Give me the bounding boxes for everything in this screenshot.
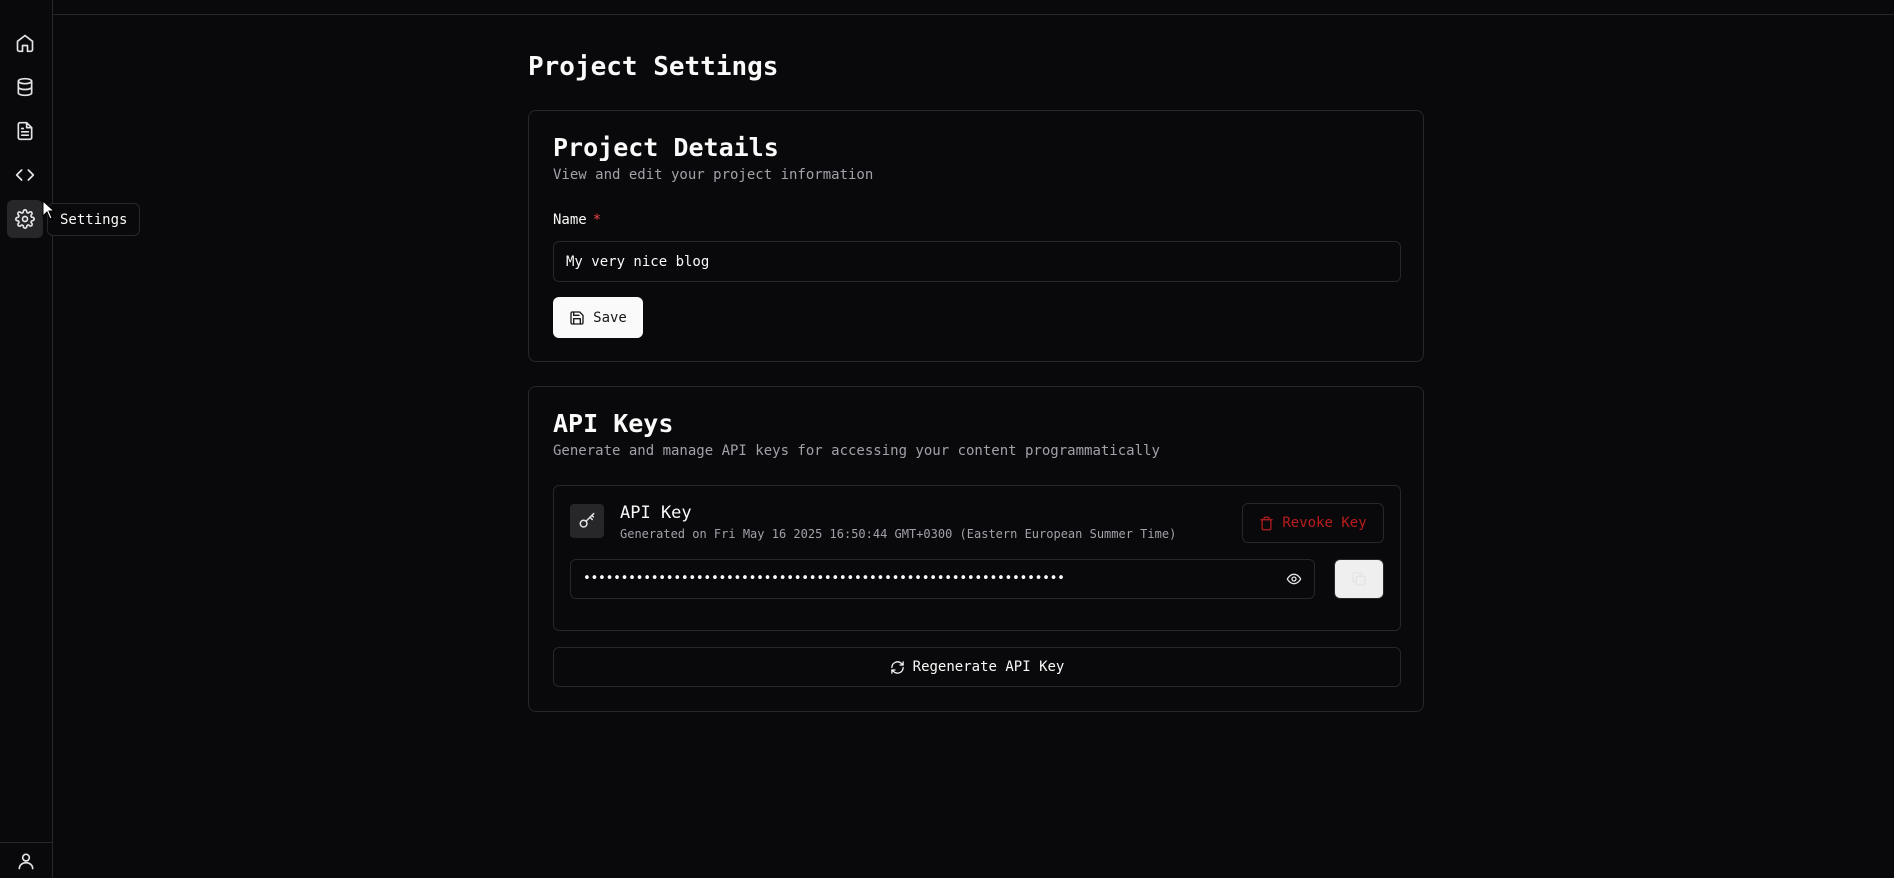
- home-icon: [16, 34, 34, 53]
- user-menu-button[interactable]: [0, 842, 52, 878]
- trash-icon: [1260, 516, 1274, 530]
- eye-icon: [1286, 573, 1302, 585]
- save-button[interactable]: Save: [553, 297, 643, 338]
- api-keys-title: API Keys: [553, 409, 674, 438]
- file-text-icon: [17, 121, 33, 141]
- code-icon: [15, 169, 35, 181]
- sidebar: [0, 0, 53, 878]
- user-icon: [18, 853, 34, 869]
- settings-tooltip: Settings: [47, 203, 141, 236]
- save-button-label: Save: [593, 309, 627, 326]
- sidebar-item-settings[interactable]: [7, 200, 43, 238]
- project-details-title: Project Details: [553, 133, 779, 162]
- api-key-title: API Key: [620, 503, 692, 523]
- regenerate-api-key-label: Regenerate API Key: [912, 659, 1065, 675]
- mouse-cursor-icon: [42, 200, 56, 220]
- revoke-key-button[interactable]: Revoke Key: [1242, 503, 1384, 543]
- gear-icon: [15, 209, 35, 229]
- name-label-text: Name: [553, 212, 587, 228]
- sidebar-item-code[interactable]: [7, 156, 43, 194]
- api-key-item: API Key Generated on Fri May 16 2025 16:…: [553, 485, 1401, 631]
- project-name-input[interactable]: [553, 241, 1401, 282]
- key-icon: [579, 512, 595, 528]
- copy-key-button[interactable]: [1334, 559, 1384, 599]
- toggle-visibility-button[interactable]: [1282, 568, 1306, 590]
- sidebar-item-documents[interactable]: [7, 112, 43, 150]
- page-title: Project Settings: [528, 52, 779, 82]
- api-key-field[interactable]: ••••••••••••••••••••••••••••••••••••••••…: [570, 559, 1315, 599]
- api-keys-card: API Keys Generate and manage API keys fo…: [528, 386, 1424, 712]
- project-details-card: Project Details View and edit your proje…: [528, 110, 1424, 362]
- api-keys-description: Generate and manage API keys for accessi…: [553, 443, 1160, 459]
- save-icon: [570, 310, 584, 325]
- key-icon-badge: [570, 504, 604, 538]
- database-icon: [17, 77, 33, 97]
- revoke-key-label: Revoke Key: [1282, 515, 1367, 531]
- name-label: Name *: [553, 212, 601, 228]
- top-bar: [52, 0, 1894, 15]
- sidebar-item-home[interactable]: [7, 24, 43, 62]
- regenerate-api-key-button[interactable]: Regenerate API Key: [553, 647, 1401, 687]
- api-key-masked-value: ••••••••••••••••••••••••••••••••••••••••…: [583, 571, 1065, 586]
- required-marker: *: [592, 212, 602, 228]
- project-details-description: View and edit your project information: [553, 167, 874, 183]
- api-key-generated-date: Generated on Fri May 16 2025 16:50:44 GM…: [620, 527, 1177, 541]
- copy-icon: [1352, 572, 1366, 586]
- refresh-icon: [890, 660, 904, 674]
- sidebar-item-database[interactable]: [7, 68, 43, 106]
